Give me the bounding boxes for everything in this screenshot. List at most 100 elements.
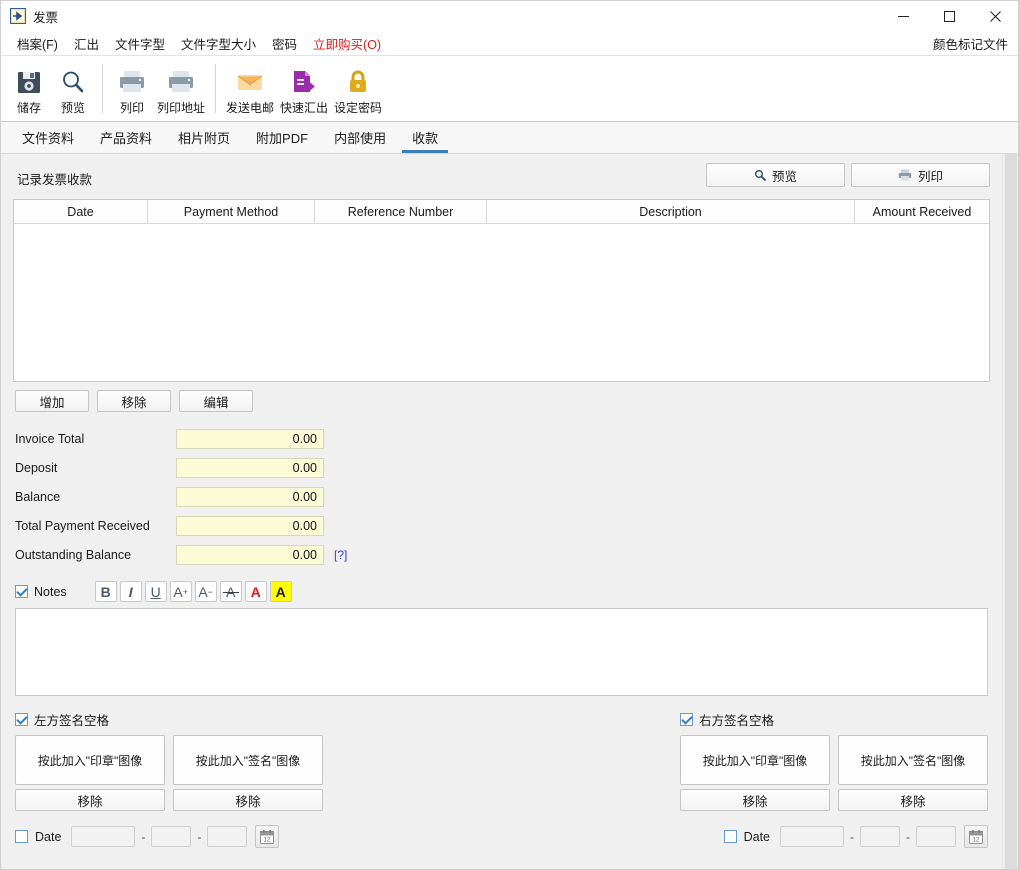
grid-column-amount-received[interactable]: Amount Received <box>855 200 989 223</box>
tab-payment[interactable]: 收款 <box>399 122 451 153</box>
tab-content-area: 记录发票收款 预览 列印 Date Payment Method Referen… <box>1 154 1018 869</box>
plus-sign: + <box>182 586 188 597</box>
grid-column-description[interactable]: Description <box>487 200 855 223</box>
toolbar-preview-button[interactable]: 预览 <box>51 60 95 118</box>
toolbar-print-address-button[interactable]: 列印地址 <box>154 60 208 118</box>
right-calendar-button[interactable]: 12 <box>964 825 988 848</box>
menu-bar: 档案(F) 汇出 文件字型 文件字型大小 密码 立即购买(O) 颜色标记文件 <box>1 31 1018 56</box>
notes-textarea[interactable] <box>15 608 988 696</box>
toolbar-preview-label: 预览 <box>60 101 85 115</box>
right-date-month-input[interactable] <box>860 826 900 847</box>
quick-export-icon <box>289 65 319 99</box>
toolbar-set-password-button[interactable]: 设定密码 <box>331 60 385 118</box>
toolbar-print-button[interactable]: 列印 <box>110 60 154 118</box>
toolbar-send-email-button[interactable]: 发送电邮 <box>223 60 277 118</box>
left-date-month-input[interactable] <box>151 826 192 847</box>
menu-document-font[interactable]: 文件字型 <box>107 32 173 55</box>
invoice-total-field[interactable]: 0.00 <box>176 428 324 449</box>
grid-header-row: Date Payment Method Reference Number Des… <box>14 200 989 224</box>
decrease-font-size-button[interactable]: A − <box>194 581 217 602</box>
right-signature-pair: 按此加入"印章"图像 移除 按此加入"签名"图像 移除 <box>680 735 988 811</box>
left-sign-dropzone[interactable]: 按此加入"签名"图像 <box>173 735 323 785</box>
print-button[interactable]: 列印 <box>851 163 990 187</box>
toolbar-quick-export-button[interactable]: 快速汇出 <box>277 60 331 118</box>
outstanding-balance-field[interactable]: 0.00 <box>176 544 324 565</box>
notes-toolbar: Notes B I U A + A − A A A <box>13 569 990 608</box>
right-date-label: Date <box>743 829 770 844</box>
menu-password[interactable]: 密码 <box>264 32 305 55</box>
strikethrough-button[interactable]: A <box>219 581 242 602</box>
remove-button[interactable]: 移除 <box>97 390 171 412</box>
right-signature-checkbox[interactable] <box>680 713 693 726</box>
right-stamp-remove-button[interactable]: 移除 <box>680 789 830 811</box>
menu-buy-now[interactable]: 立即购买(O) <box>305 32 389 55</box>
grid-column-reference-number[interactable]: Reference Number <box>315 200 487 223</box>
menu-file[interactable]: 档案(F) <box>9 32 66 55</box>
right-sign-dropzone[interactable]: 按此加入"签名"图像 <box>838 735 988 785</box>
total-payment-received-field[interactable]: 0.00 <box>176 515 324 536</box>
grid-body-empty[interactable] <box>14 224 989 381</box>
balance-field[interactable]: 0.00 <box>176 486 324 507</box>
left-stamp-remove-button[interactable]: 移除 <box>15 789 165 811</box>
left-sign-remove-button[interactable]: 移除 <box>173 789 323 811</box>
toolbar-save-button[interactable]: 储存 <box>7 60 51 118</box>
grid-column-payment-method[interactable]: Payment Method <box>148 200 315 223</box>
left-signature-label: 左方签名空格 <box>34 714 110 728</box>
payment-records-grid[interactable]: Date Payment Method Reference Number Des… <box>13 199 990 382</box>
right-stamp-dropzone[interactable]: 按此加入"印章"图像 <box>680 735 830 785</box>
font-color-button[interactable]: A <box>244 581 267 602</box>
deposit-field[interactable]: 0.00 <box>176 457 324 478</box>
totals-row: Deposit 0.00 <box>13 453 990 482</box>
color-marked-file-label[interactable]: 颜色标记文件 <box>933 34 1018 53</box>
maximize-button[interactable] <box>926 1 972 31</box>
left-signature-checkbox[interactable] <box>15 713 28 726</box>
right-date-day-input[interactable] <box>916 826 956 847</box>
tab-product-data[interactable]: 产品资料 <box>87 122 165 153</box>
bold-button[interactable]: B <box>94 581 117 602</box>
invoice-application-window: 发票 档案(F) 汇出 文件字型 文件字型大小 密码 立即购买(O) 颜色标记文… <box>0 0 1019 870</box>
totals-row: Total Payment Received 0.00 <box>13 511 990 540</box>
balance-label: Balance <box>15 489 61 504</box>
right-stamp-unit: 按此加入"印章"图像 移除 <box>680 735 830 811</box>
tab-document-data[interactable]: 文件资料 <box>9 122 87 153</box>
left-date-day-input[interactable] <box>207 826 248 847</box>
highlight-color-button[interactable]: A <box>269 581 292 602</box>
window-controls <box>880 1 1018 31</box>
left-date-checkbox[interactable] <box>15 830 28 843</box>
minimize-button[interactable] <box>880 1 926 31</box>
italic-button[interactable]: I <box>119 581 142 602</box>
left-signature-block: 左方签名空格 按此加入"印章"图像 移除 按此加入"签名"图像 移除 <box>15 710 323 811</box>
left-date-year-input[interactable] <box>71 826 136 847</box>
totals-row: Balance 0.00 <box>13 482 990 511</box>
toolbar-send-email-label: 发送电邮 <box>225 101 274 115</box>
preview-button[interactable]: 预览 <box>706 163 845 187</box>
grid-column-date[interactable]: Date <box>14 200 148 223</box>
left-calendar-button[interactable]: 12 <box>255 825 280 848</box>
underline-button[interactable]: U <box>144 581 167 602</box>
menu-export[interactable]: 汇出 <box>66 32 107 55</box>
tab-attach-pdf[interactable]: 附加PDF <box>243 122 321 153</box>
tab-photo-attachment[interactable]: 相片附页 <box>165 122 243 153</box>
vertical-scrollbar[interactable] <box>1002 154 1018 869</box>
outstanding-balance-help-link[interactable]: [?] <box>334 548 347 562</box>
magnifier-icon <box>59 65 87 99</box>
scrollbar-track[interactable] <box>1005 154 1017 869</box>
edit-button[interactable]: 编辑 <box>179 390 253 412</box>
left-stamp-dropzone[interactable]: 按此加入"印章"图像 <box>15 735 165 785</box>
tab-internal-use[interactable]: 内部使用 <box>321 122 399 153</box>
right-date-checkbox[interactable] <box>723 830 737 843</box>
right-date-year-input[interactable] <box>780 826 844 847</box>
increase-font-size-button[interactable]: A + <box>169 581 192 602</box>
close-button[interactable] <box>972 1 1018 31</box>
left-stamp-unit: 按此加入"印章"图像 移除 <box>15 735 165 811</box>
grid-action-row: 增加 移除 编辑 <box>13 382 990 412</box>
left-sign-unit: 按此加入"签名"图像 移除 <box>173 735 323 811</box>
menu-document-font-size[interactable]: 文件字型大小 <box>173 32 264 55</box>
add-button[interactable]: 增加 <box>15 390 89 412</box>
main-toolbar: 储存 预览 列印 列印地址 发送电邮 快速汇出 设定密码 <box>1 56 1018 122</box>
notes-checkbox[interactable] <box>15 585 28 598</box>
svg-text:12: 12 <box>973 837 980 843</box>
right-sign-remove-button[interactable]: 移除 <box>838 789 988 811</box>
toolbar-separator-2 <box>215 64 216 113</box>
right-signature-block: 右方签名空格 按此加入"印章"图像 移除 按此加入"签名"图像 移除 <box>680 710 988 811</box>
